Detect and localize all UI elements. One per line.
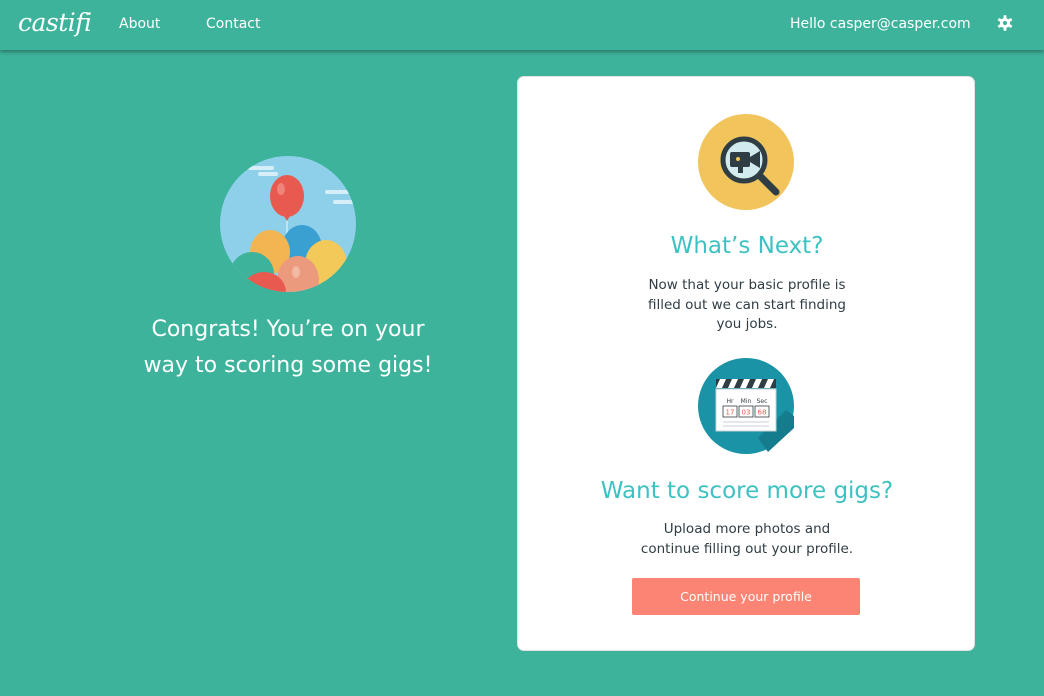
clapper-min-label: Min — [741, 398, 752, 405]
top-navbar: castifi About Contact Hello casper@caspe… — [0, 0, 1044, 50]
congrats-message: Congrats! You’re on your way to scoring … — [143, 317, 433, 378]
whats-next-line: filled out we can start finding — [648, 296, 846, 313]
balloons-illustration — [220, 156, 356, 292]
score-more-text: Upload more photos and continue filling … — [518, 520, 976, 559]
clapperboard-timer-icon: Hr Min Sec 17 03 68 — [698, 358, 794, 454]
logo-link[interactable]: castifi — [18, 8, 92, 37]
nav-link-about[interactable]: About — [119, 16, 160, 32]
whats-next-text: Now that your basic profile is filled ou… — [518, 276, 976, 335]
whats-next-heading: What’s Next? — [670, 233, 824, 259]
clapper-sec-value: 68 — [758, 409, 767, 417]
whats-next-line: you jobs. — [716, 316, 778, 332]
gear-icon[interactable] — [996, 13, 1014, 33]
clapper-hr-value: 17 — [726, 409, 735, 417]
whats-next-line: Now that your basic profile is — [648, 277, 846, 293]
camera-search-icon — [698, 114, 794, 210]
clapper-sec-label: Sec — [757, 398, 768, 405]
score-more-line: Upload more photos and — [663, 521, 831, 537]
score-more-line: continue filling out your profile. — [640, 540, 854, 557]
score-more-heading: Want to score more gigs? — [600, 478, 894, 504]
next-steps-card: What’s Next? Now that your basic profile… — [517, 76, 975, 651]
nav-link-contact[interactable]: Contact — [206, 16, 260, 32]
clapper-min-value: 03 — [742, 409, 751, 417]
continue-profile-button[interactable]: Continue your profile — [632, 578, 860, 615]
user-greeting[interactable]: Hello casper@casper.com — [790, 16, 971, 32]
clapper-hr-label: Hr — [727, 398, 735, 405]
